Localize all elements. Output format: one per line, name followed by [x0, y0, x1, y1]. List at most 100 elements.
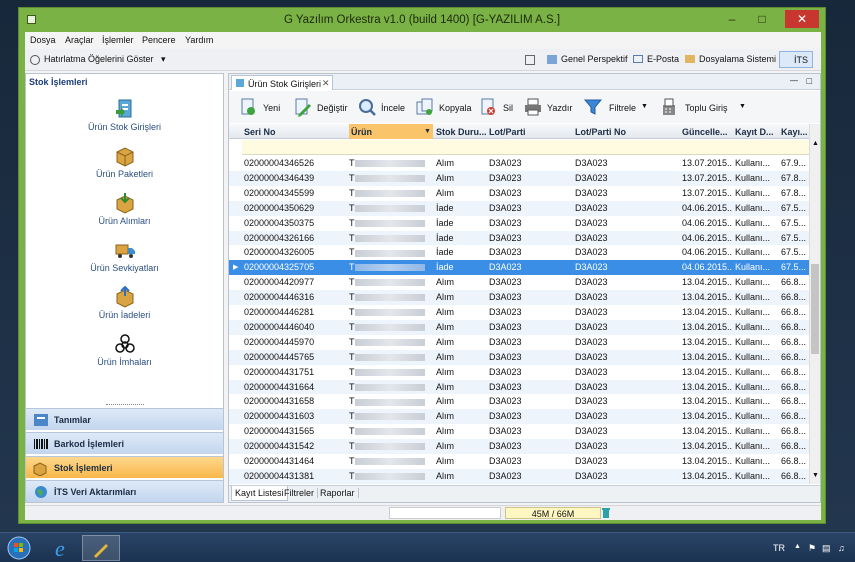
table-row[interactable]: 02000004345599 T Alım D3A023 D3A023 13.07.201…: [229, 186, 809, 201]
filter-button[interactable]: Filtrele ▼: [583, 97, 648, 119]
col-seri-no[interactable]: Seri No: [244, 127, 276, 137]
table-row[interactable]: 02000004350375 T İade D3A023 D3A023 04.06.201…: [229, 216, 809, 231]
taskbar-app-orkestra[interactable]: [82, 535, 120, 561]
product-returns-item[interactable]: Ürün İadeleri: [26, 286, 223, 320]
table-cell: 67.8...: [781, 187, 807, 198]
reminders-button[interactable]: Hatırlatma Öğelerini Göster: [44, 54, 154, 64]
menu-araclar[interactable]: Araçlar: [65, 35, 94, 45]
globe-icon: [35, 486, 47, 498]
close-tab-icon[interactable]: ✕: [322, 78, 330, 89]
redacted-text: [354, 249, 425, 257]
new-button[interactable]: Yeni: [239, 97, 287, 119]
table-row[interactable]: 02000004446316 T Alım D3A023 D3A023 13.04.201…: [229, 290, 809, 305]
chevron-down-icon[interactable]: ▾: [161, 54, 166, 65]
tab-kayit-listesi[interactable]: Kayıt Listesi: [231, 486, 288, 501]
tab-filtreler[interactable]: Filtreler: [281, 488, 319, 498]
close-button[interactable]: ✕: [785, 10, 819, 28]
table-row[interactable]: 02000004431464 T Alım D3A023 D3A023 13.04.201…: [229, 454, 809, 469]
nav-stok-islemleri[interactable]: Stok İşlemleri: [26, 456, 223, 478]
table-row[interactable]: 02000004431751 T Alım D3A023 D3A023 13.04.201…: [229, 365, 809, 380]
filter-dropdown-icon[interactable]: ▼: [641, 103, 648, 110]
trash-icon[interactable]: [601, 507, 611, 519]
volume-icon[interactable]: ♫: [838, 543, 845, 553]
maximize-button[interactable]: □: [749, 10, 775, 28]
table-row[interactable]: 02000004445970 T Alım D3A023 D3A023 13.04.201…: [229, 335, 809, 350]
start-orb-icon[interactable]: [6, 536, 32, 560]
table-row[interactable]: 02000004350629 T İade D3A023 D3A023 04.06.201…: [229, 200, 809, 216]
print-button[interactable]: Yazdır: [523, 97, 577, 119]
scroll-thumb[interactable]: [811, 264, 819, 354]
flag-icon[interactable]: ⚑: [808, 543, 816, 554]
tab-raporlar[interactable]: Raporlar: [317, 488, 359, 498]
menu-dosya[interactable]: Dosya: [30, 35, 56, 45]
menu-pencere[interactable]: Pencere: [142, 35, 176, 45]
product-packages-item[interactable]: Ürün Paketleri: [26, 145, 223, 179]
menu-yardim[interactable]: Yardım: [185, 35, 213, 45]
tab-stock-entries[interactable]: Ürün Stok Girişleri ✕: [231, 75, 333, 90]
grid-vertical-scrollbar[interactable]: ▲ ▼: [809, 124, 820, 484]
product-shipments-item[interactable]: Ürün Sevkiyatları: [26, 239, 223, 273]
bulk-entry-button[interactable]: Toplu Giriş ▼: [659, 97, 751, 119]
table-row[interactable]: 02000004445765 T Alım D3A023 D3A023 13.04.201…: [229, 349, 809, 365]
col-lot-parti[interactable]: Lot/Parti: [489, 127, 526, 137]
table-cell: T: [349, 337, 429, 347]
col-kayit-durumu[interactable]: Kayıt D...: [735, 127, 774, 137]
grid-filter-row[interactable]: [242, 140, 809, 155]
network-icon[interactable]: ▤: [822, 543, 831, 554]
minimize-button[interactable]: –: [719, 10, 745, 28]
table-cell: 13.04.2015...: [682, 321, 732, 332]
table-row[interactable]: ▶ 02000004325705 T İade D3A023 D3A023 04.06.20…: [229, 260, 809, 276]
panel-minimize-button[interactable]: —: [790, 76, 798, 85]
nav-barkod-islemleri[interactable]: Barkod İşlemleri: [26, 432, 223, 454]
col-urun[interactable]: Ürün: [349, 124, 433, 139]
table-row[interactable]: 02000004431381 T Alım D3A023 D3A023 13.04.201…: [229, 468, 809, 484]
stock-entries-item[interactable]: Ürün Stok Girişleri: [26, 98, 223, 132]
col-stok-durumu[interactable]: Stok Duru...: [436, 127, 487, 137]
table-row[interactable]: 02000004326005 T İade D3A023 D3A023 04.06.201…: [229, 245, 809, 260]
scroll-down-icon[interactable]: ▼: [812, 472, 819, 479]
inspect-button[interactable]: İncele: [357, 97, 409, 119]
edit-icon: [295, 98, 311, 117]
table-row[interactable]: 02000004326166 T İade D3A023 D3A023 04.06.201…: [229, 230, 809, 246]
email-button[interactable]: E-Posta: [647, 54, 679, 64]
redacted-text: [354, 219, 425, 227]
table-cell: 02000004446281: [244, 307, 315, 317]
menu-islemler[interactable]: İşlemler: [102, 35, 134, 45]
table-row[interactable]: 02000004446040 T Alım D3A023 D3A023 13.04.201…: [229, 319, 809, 335]
table-cell: 13.07.2015...: [682, 158, 732, 168]
table-row[interactable]: 02000004346439 T Alım D3A023 D3A023 13.07.201…: [229, 170, 809, 186]
filing-system-button[interactable]: Dosyalama Sistemi: [699, 54, 776, 64]
table-row[interactable]: 02000004431565 T Alım D3A023 D3A023 13.04.201…: [229, 424, 809, 439]
nav-tanimlar[interactable]: Tanımlar: [26, 408, 223, 430]
general-perspective-button[interactable]: Genel Perspektif: [561, 54, 628, 64]
panel-splitter[interactable]: [106, 404, 144, 407]
table-row[interactable]: 02000004346526 T Alım D3A023 D3A023 13.07.201…: [229, 156, 809, 171]
table-row[interactable]: 02000004431658 T Alım D3A023 D3A023 13.04.201…: [229, 394, 809, 409]
nav-its-veri-aktarimlari[interactable]: İTS Veri Aktarımları: [26, 480, 223, 502]
table-cell: 13.04.2015...: [682, 351, 732, 362]
table-row[interactable]: 02000004431542 T Alım D3A023 D3A023 13.04.201…: [229, 439, 809, 454]
table-cell: T: [349, 411, 429, 421]
col-kayit[interactable]: Kayı...: [781, 127, 808, 137]
product-purchases-item[interactable]: Ürün Alımları: [26, 192, 223, 226]
product-disposals-item[interactable]: Ürün İmhaları: [26, 333, 223, 367]
delete-button[interactable]: Sil: [479, 97, 519, 119]
bulk-entry-dropdown-icon[interactable]: ▼: [739, 103, 746, 110]
scroll-up-icon[interactable]: ▲: [812, 140, 819, 147]
panel-maximize-button[interactable]: □: [807, 76, 812, 86]
table-row[interactable]: 02000004431603 T Alım D3A023 D3A023 13.04.201…: [229, 409, 809, 425]
table-cell: D3A023: [575, 426, 608, 437]
col-lot-parti-no[interactable]: Lot/Parti No: [575, 127, 626, 137]
table-cell: Alım: [436, 321, 454, 332]
layout-icon[interactable]: [525, 55, 535, 65]
tray-expand-icon[interactable]: ▲: [794, 543, 801, 550]
table-row[interactable]: 02000004446281 T Alım D3A023 D3A023 13.04.201…: [229, 305, 809, 320]
language-indicator[interactable]: TR: [773, 543, 785, 553]
internet-explorer-icon[interactable]: e: [52, 536, 76, 560]
col-guncelleme[interactable]: Güncelle...: [682, 127, 728, 137]
copy-button[interactable]: Kopyala: [415, 97, 473, 119]
table-row[interactable]: 02000004431664 T Alım D3A023 D3A023 13.04.201…: [229, 379, 809, 395]
its-button[interactable]: İTS: [779, 51, 813, 68]
table-row[interactable]: 02000004420977 T Alım D3A023 D3A023 13.04.201…: [229, 275, 809, 290]
edit-button[interactable]: Değiştir: [293, 97, 351, 119]
